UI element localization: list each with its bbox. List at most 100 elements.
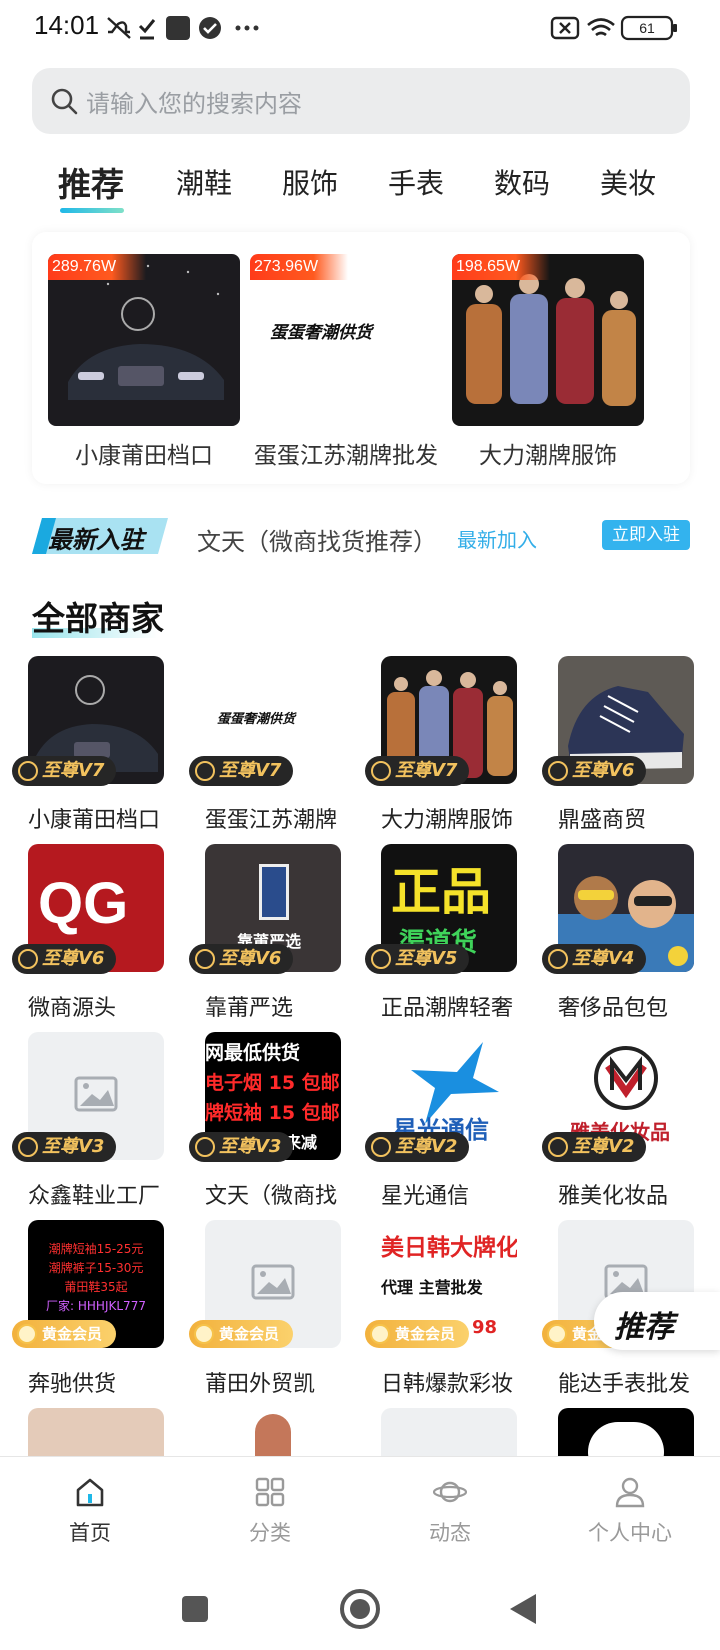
heat-badge: 198.65W xyxy=(452,254,551,280)
vip-badge: 至尊V2 xyxy=(365,1132,470,1162)
system-nav-bar xyxy=(0,1570,720,1650)
sim-off-icon xyxy=(550,16,580,40)
merchant-image-partial[interactable] xyxy=(28,1408,164,1456)
recents-icon xyxy=(182,1596,208,1622)
battery-level: 61 xyxy=(639,20,655,36)
crown-icon xyxy=(17,1324,37,1344)
merchant-name: 靠莆严选 xyxy=(205,996,294,1021)
merchant-name: 日韩爆款彩妆 xyxy=(381,1372,514,1397)
app-square-icon xyxy=(166,16,190,40)
featured-image: 289.76W xyxy=(48,254,240,426)
status-time: 14:01 xyxy=(34,10,100,40)
verified-icon xyxy=(199,17,221,39)
crown-icon xyxy=(371,761,391,781)
newest-tag: 最新入驻 xyxy=(32,518,168,554)
floating-recommend-button[interactable]: 推荐 xyxy=(594,1292,720,1350)
heat-badge: 289.76W xyxy=(48,254,147,280)
nav-feed[interactable]: 动态 xyxy=(360,1475,540,1547)
newest-link[interactable]: 最新加入 xyxy=(457,524,537,553)
crown-icon xyxy=(548,1137,568,1157)
crown-icon xyxy=(548,761,568,781)
merchant-name: 奢侈品包包 xyxy=(558,996,669,1021)
merchant-logo-text: 蛋蛋奢潮供货 xyxy=(217,712,296,727)
featured-image: 198.65W xyxy=(452,254,644,426)
vip-badge: 至尊V7 xyxy=(365,756,470,786)
mute-icon xyxy=(107,17,131,39)
crown-icon xyxy=(195,761,215,781)
tab-watches[interactable]: 手表 xyxy=(388,162,444,202)
vip-badge: 至尊V6 xyxy=(542,756,647,786)
featured-card: 289.76W 小康莆田档口 蛋蛋奢潮供货 273.96W 蛋蛋江苏潮牌批发 1… xyxy=(32,232,690,484)
crown-icon xyxy=(547,1324,567,1344)
vip-badge: 至尊V6 xyxy=(189,944,294,974)
nav-label: 首页 xyxy=(69,1521,111,1545)
vip-badge: 至尊V7 xyxy=(189,756,294,786)
crown-icon xyxy=(18,1137,38,1157)
bottom-nav: 首页 分类 动态 个人中心 xyxy=(0,1456,720,1570)
status-bar: 14:01 61 xyxy=(0,0,720,56)
crown-icon xyxy=(195,949,215,969)
merchant-name: 星光通信 xyxy=(381,1184,470,1209)
join-now-button[interactable]: 立即入驻 xyxy=(602,520,690,550)
home-icon xyxy=(76,1478,104,1507)
featured-logo-text: 蛋蛋奢潮供货 xyxy=(270,323,372,343)
merchant-name: 奔驰供货 xyxy=(28,1372,117,1397)
featured-name: 蛋蛋江苏潮牌批发 xyxy=(254,443,438,469)
featured-item[interactable]: 198.65W 大力潮牌服饰 xyxy=(452,254,644,470)
gold-member-badge: 黄金会员 xyxy=(189,1320,294,1348)
vip-badge: 至尊V3 xyxy=(12,1132,117,1162)
active-tab-indicator xyxy=(60,208,124,213)
category-tabs: 推荐 潮鞋 服饰 手表 数码 美妆 xyxy=(0,150,720,220)
merchant-image-partial[interactable] xyxy=(381,1408,517,1456)
merchant-name: 莆田外贸凯 xyxy=(205,1372,316,1397)
newest-merchant-name[interactable]: 文天（微商找货推荐） xyxy=(197,522,437,557)
merchant-name: 正品潮牌轻奢 xyxy=(381,996,514,1021)
vip-badge: 至尊V7 xyxy=(12,756,117,786)
crown-icon xyxy=(371,949,391,969)
tab-sneakers[interactable]: 潮鞋 xyxy=(176,162,232,202)
planet-icon xyxy=(433,1481,467,1503)
tab-apparel[interactable]: 服饰 xyxy=(282,162,338,202)
vip-badge: 至尊V3 xyxy=(189,1132,294,1162)
crown-icon xyxy=(194,1324,214,1344)
nav-category[interactable]: 分类 xyxy=(180,1475,360,1547)
crown-icon xyxy=(371,1137,391,1157)
section-title: 全部商家 xyxy=(32,599,164,638)
tab-beauty[interactable]: 美妆 xyxy=(600,162,656,202)
heat-badge: 273.96W xyxy=(250,254,349,280)
merchant-logo-text: QG xyxy=(38,871,129,936)
search-input[interactable]: 请输入您的搜索内容 xyxy=(32,68,690,134)
nav-profile[interactable]: 个人中心 xyxy=(540,1475,720,1547)
vip-badge: 至尊V5 xyxy=(365,944,470,974)
featured-name: 大力潮牌服饰 xyxy=(479,443,617,469)
merchant-name: 雅美化妆品 xyxy=(558,1184,669,1209)
merchant-name: 小康莆田档口 xyxy=(28,808,161,833)
gold-member-badge: 黄金会员 xyxy=(12,1320,117,1348)
merchant-name: 微商源头 xyxy=(28,996,117,1021)
tab-digital[interactable]: 数码 xyxy=(494,162,550,202)
status-left-icons xyxy=(107,16,259,40)
newest-tag-label: 最新入驻 xyxy=(48,526,144,554)
nav-label: 个人中心 xyxy=(588,1521,672,1545)
nav-home[interactable]: 首页 xyxy=(0,1475,180,1547)
merchant-image-partial[interactable] xyxy=(558,1408,694,1456)
category-icon xyxy=(255,1477,285,1507)
newest-merchant-row: 最新入驻 文天（微商找货推荐） 最新加入 立即入驻 xyxy=(32,518,690,558)
vip-badge: 至尊V2 xyxy=(542,1132,647,1162)
back-icon xyxy=(510,1594,536,1624)
search-icon xyxy=(51,88,78,115)
merchant-name: 鼎盛商贸 xyxy=(558,808,647,833)
tab-recommend[interactable]: 推荐 xyxy=(58,158,124,206)
status-right-icons: 61 xyxy=(550,15,677,41)
vip-badge: 至尊V6 xyxy=(12,944,117,974)
crown-icon xyxy=(195,1137,215,1157)
featured-name: 小康莆田档口 xyxy=(75,443,213,469)
crown-icon xyxy=(370,1324,390,1344)
featured-image: 蛋蛋奢潮供货 273.96W xyxy=(250,254,442,426)
featured-item[interactable]: 蛋蛋奢潮供货 273.96W 蛋蛋江苏潮牌批发 xyxy=(250,254,442,470)
crown-icon xyxy=(18,761,38,781)
merchant-image-partial[interactable] xyxy=(205,1408,341,1456)
crown-icon xyxy=(548,949,568,969)
merchant-name: 众鑫鞋业工厂 xyxy=(28,1184,161,1209)
featured-item[interactable]: 289.76W 小康莆田档口 xyxy=(48,254,240,470)
